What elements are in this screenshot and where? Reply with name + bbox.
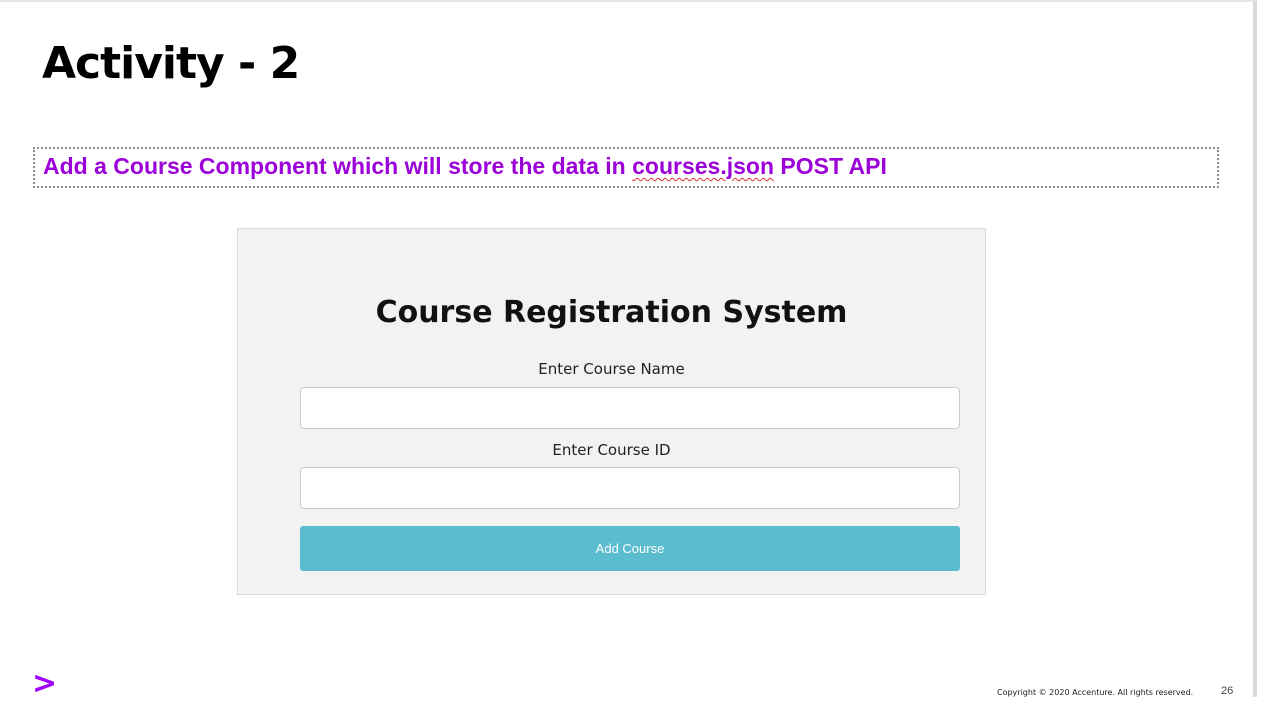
instruction-box: Add a Course Component which will store …: [33, 147, 1219, 188]
form-heading: Course Registration System: [375, 295, 848, 330]
course-id-input[interactable]: [300, 467, 960, 509]
accenture-logo-icon: >: [32, 666, 58, 701]
slide-title: Activity - 2: [42, 38, 300, 89]
copyright-text: Copyright © 2020 Accenture. All rights r…: [997, 688, 1194, 697]
course-name-input[interactable]: [300, 387, 960, 429]
page-number: 26: [1221, 685, 1234, 697]
instruction-filename: courses.json: [632, 153, 774, 179]
course-registration-form: Course Registration System Enter Course …: [237, 228, 986, 595]
add-course-button[interactable]: Add Course: [300, 526, 960, 571]
course-id-label: Enter Course ID: [552, 441, 671, 459]
instruction-text-after: POST API: [774, 153, 887, 179]
course-name-label: Enter Course Name: [538, 360, 685, 378]
instruction-text-before: Add a Course Component which will store …: [43, 153, 633, 179]
instruction-text: Add a Course Component which will store …: [43, 153, 887, 180]
